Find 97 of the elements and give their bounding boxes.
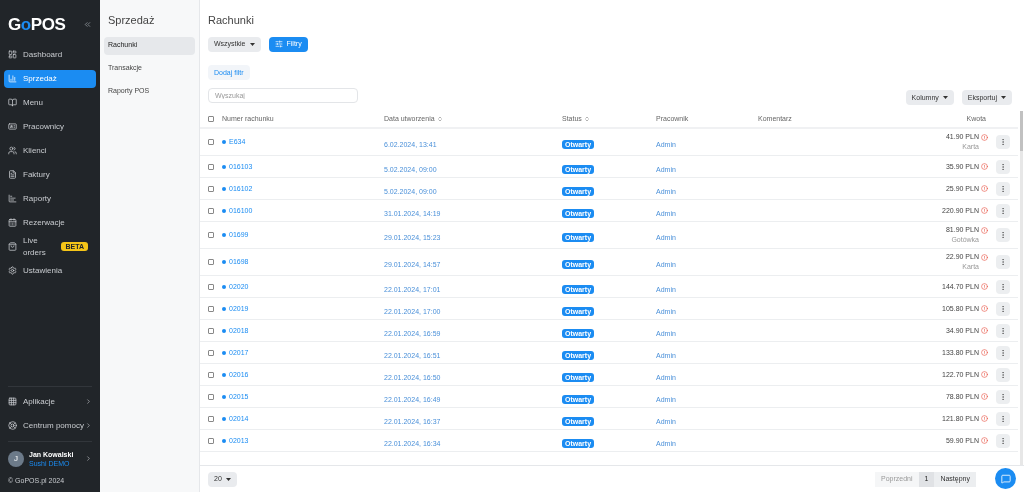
nav-item[interactable]: Dashboard (4, 45, 96, 64)
more-button[interactable] (996, 181, 1010, 196)
alert-icon (981, 327, 988, 335)
alert-icon (981, 253, 988, 261)
chevron-right-icon[interactable] (85, 455, 92, 462)
more-button[interactable] (996, 367, 1010, 382)
more-button[interactable] (996, 389, 1010, 404)
more-button[interactable] (996, 345, 1010, 360)
page-title: Rachunki (208, 13, 255, 28)
nav-item[interactable]: Menu (4, 93, 96, 112)
more-icon (999, 138, 1007, 147)
calendar-icon (8, 218, 17, 227)
checkbox[interactable] (208, 139, 214, 146)
more-icon (999, 370, 1007, 379)
alert-icon (981, 163, 988, 171)
settings-icon (8, 266, 17, 275)
chat-icon (1000, 473, 1011, 484)
more-button[interactable] (996, 228, 1010, 243)
alert-icon (981, 415, 988, 423)
alert-icon (981, 437, 988, 445)
chart-icon (8, 74, 17, 83)
nav-item[interactable]: Rezerwacje (4, 213, 96, 232)
user-avatar: J (8, 450, 24, 467)
more-icon (999, 282, 1007, 291)
more-button[interactable] (996, 433, 1010, 448)
dashboard-icon (8, 50, 17, 59)
caret-icon (1001, 96, 1006, 100)
more-icon (999, 206, 1007, 215)
sliders-icon (274, 40, 283, 48)
alert-icon (981, 393, 988, 401)
book-icon (8, 98, 17, 107)
logo: GoPOS (8, 14, 66, 36)
alert-icon (981, 305, 988, 313)
checkbox[interactable] (208, 371, 214, 378)
more-button[interactable] (996, 203, 1010, 218)
grid-icon (8, 397, 17, 406)
checkbox[interactable] (208, 327, 214, 334)
chevron-right-icon (85, 422, 92, 429)
nav-item[interactable]: Pracownicy (4, 117, 96, 136)
checkbox[interactable] (208, 393, 214, 400)
checkbox[interactable] (208, 185, 214, 192)
more-icon (999, 348, 1007, 357)
more-button[interactable] (996, 301, 1010, 316)
alert-icon (981, 349, 988, 357)
nav-item[interactable]: Ustawienia (4, 261, 96, 280)
more-button[interactable] (996, 255, 1010, 270)
sort-icon (583, 116, 590, 123)
id-card-icon (8, 122, 17, 131)
more-icon (999, 162, 1007, 171)
chat-button[interactable] (995, 468, 1016, 489)
checkbox[interactable] (208, 232, 214, 239)
checkbox[interactable] (208, 116, 214, 123)
users-icon (8, 146, 17, 155)
checkbox[interactable] (208, 283, 214, 290)
checkbox[interactable] (208, 305, 214, 312)
more-button[interactable] (996, 135, 1010, 150)
nav-item[interactable]: Aplikacje (8, 394, 92, 409)
subnav-title: Sprzedaż (107, 13, 156, 28)
lifebuoy-icon (8, 421, 17, 430)
caret-icon (249, 42, 255, 46)
alert-icon (981, 207, 988, 215)
alert-icon (981, 185, 988, 193)
alert-icon (981, 371, 988, 379)
alert-icon (981, 283, 988, 291)
bar-chart-icon (8, 194, 17, 203)
alert-icon (981, 226, 988, 234)
caret-icon (942, 96, 948, 100)
more-icon (999, 392, 1007, 401)
checkbox[interactable] (208, 349, 214, 356)
checkbox[interactable] (208, 163, 214, 170)
bag-icon (8, 242, 17, 251)
alert-icon (981, 133, 988, 141)
chevron-right-icon (85, 398, 92, 405)
nav-item[interactable]: Klienci (4, 141, 96, 160)
checkbox[interactable] (208, 437, 214, 444)
more-icon (999, 258, 1007, 267)
document-icon (8, 170, 17, 179)
checkbox[interactable] (208, 207, 214, 214)
more-button[interactable] (996, 323, 1010, 338)
nav-item[interactable]: Centrum pomocy (8, 418, 92, 433)
more-icon (999, 414, 1007, 423)
checkbox[interactable] (208, 259, 214, 266)
more-button[interactable] (996, 159, 1010, 174)
sort-icon (436, 116, 443, 123)
more-icon (999, 184, 1007, 193)
more-button[interactable] (996, 411, 1010, 426)
more-icon (999, 436, 1007, 445)
more-icon (999, 326, 1007, 335)
more-icon (999, 304, 1007, 313)
checkbox[interactable] (208, 415, 214, 422)
nav-item[interactable]: Faktury (4, 165, 96, 184)
collapse-icon[interactable] (83, 20, 92, 30)
nav-item[interactable]: Sprzedaż (4, 69, 96, 88)
nav-item[interactable]: Raporty (4, 189, 96, 208)
caret-icon (225, 477, 231, 481)
more-button[interactable] (996, 279, 1010, 294)
more-icon (999, 231, 1007, 240)
